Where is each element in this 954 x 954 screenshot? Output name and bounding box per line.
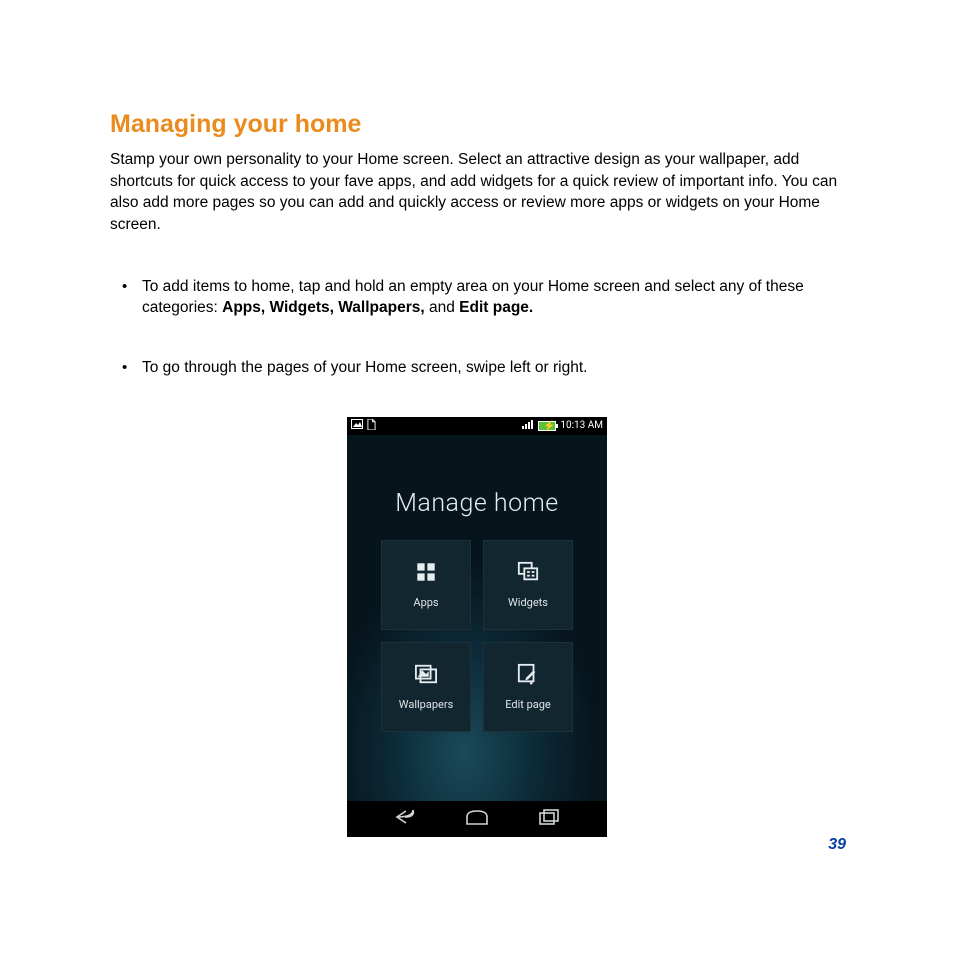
signal-icon <box>522 419 534 432</box>
edit-page-icon <box>516 663 540 688</box>
statusbar-time: 10:13 AM <box>560 420 603 431</box>
edit-page-tile[interactable]: Edit page <box>483 642 573 732</box>
recent-apps-button[interactable] <box>536 807 562 831</box>
page-number: 39 <box>828 836 846 854</box>
bullet-text: and <box>425 299 459 316</box>
section-heading: Managing your home <box>110 110 844 139</box>
widgets-tile[interactable]: Widgets <box>483 540 573 630</box>
tile-label: Apps <box>413 596 438 609</box>
wallpapers-tile[interactable]: Wallpapers <box>381 642 471 732</box>
list-item: To go through the pages of your Home scr… <box>118 357 844 379</box>
statusbar-left <box>351 419 376 433</box>
wallpapers-icon <box>414 663 438 688</box>
tile-label: Edit page <box>505 698 551 711</box>
tile-grid: Apps Widgets Wallpapers Edit page <box>347 540 607 732</box>
screen-title: Manage home <box>347 489 607 518</box>
battery-charging-icon: ⚡ <box>538 421 556 431</box>
statusbar-right: ⚡ 10:13 AM <box>522 419 603 432</box>
bullet-list: To add items to home, tap and hold an em… <box>118 276 844 379</box>
list-item: To add items to home, tap and hold an em… <box>118 276 844 319</box>
widgets-icon <box>516 561 540 586</box>
tile-label: Widgets <box>508 596 548 609</box>
intro-paragraph: Stamp your own personality to your Home … <box>110 149 844 236</box>
back-button[interactable] <box>393 807 419 831</box>
nav-bar <box>347 801 607 837</box>
document-icon <box>367 419 376 433</box>
bullet-bold: Apps, Widgets, Wallpapers, <box>222 299 425 316</box>
bullet-bold: Edit page. <box>459 299 533 316</box>
tile-label: Wallpapers <box>399 698 454 711</box>
phone-screenshot: ⚡ 10:13 AM Manage home Apps Widgets Wall… <box>347 417 607 837</box>
picture-icon <box>351 419 363 432</box>
home-button[interactable] <box>464 807 490 831</box>
bullet-text: To go through the pages of your Home scr… <box>142 359 587 376</box>
apps-tile[interactable]: Apps <box>381 540 471 630</box>
status-bar: ⚡ 10:13 AM <box>347 417 607 435</box>
apps-icon <box>414 561 438 586</box>
